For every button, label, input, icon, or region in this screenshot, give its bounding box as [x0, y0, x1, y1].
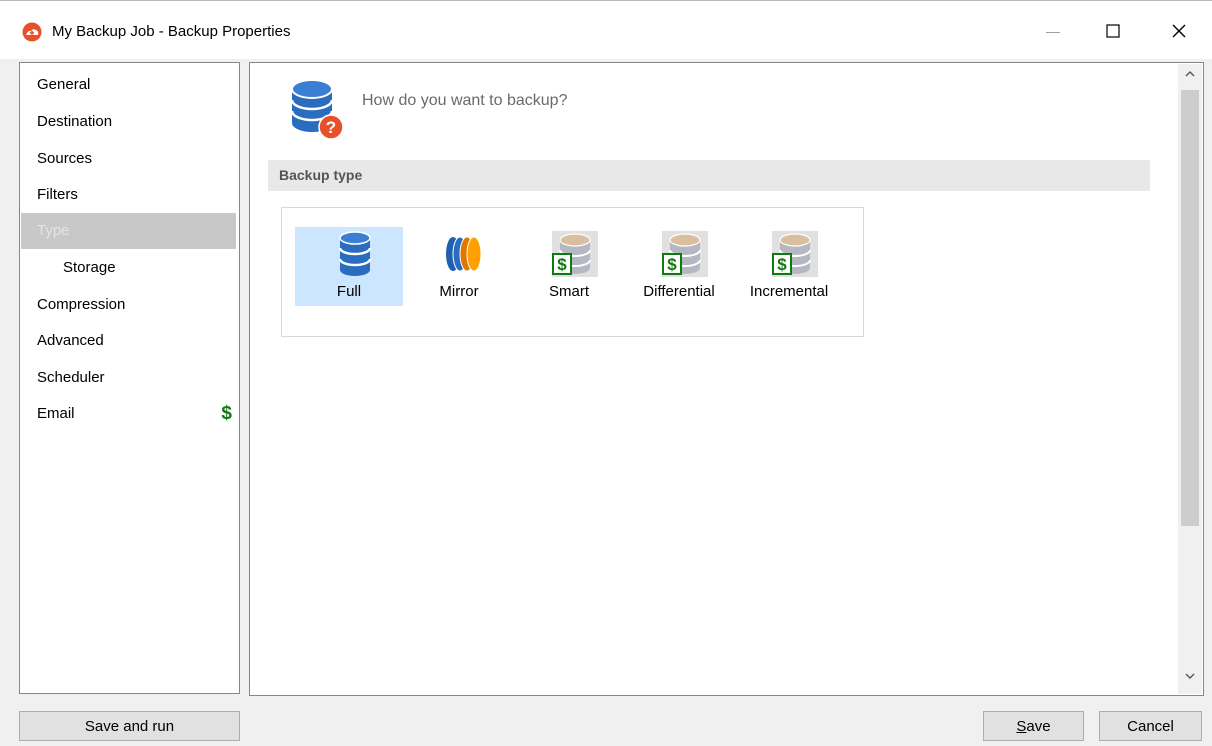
backup-type-list: Full Mirror $ Smart $ Differential $ Inc…: [281, 207, 864, 337]
svg-text:$: $: [667, 255, 677, 274]
backup-type-incremental[interactable]: $ Incremental: [735, 227, 843, 306]
backup-type-full[interactable]: Full: [295, 227, 403, 306]
nav-item-label: Sources: [37, 150, 93, 167]
nav-item-email[interactable]: Email $: [21, 396, 236, 432]
save-mnemonic: S: [1016, 717, 1027, 735]
settings-nav: General Destination Sources Filters Type…: [19, 62, 240, 694]
nav-item-filters[interactable]: Filters: [21, 177, 236, 213]
content-panel: ? How do you want to backup? Backup type…: [249, 62, 1204, 696]
svg-text:?: ?: [326, 118, 336, 137]
paid-feature-icon: $: [221, 403, 232, 424]
chevron-up-icon: [1185, 71, 1195, 77]
maximize-icon: [1106, 24, 1120, 38]
maximize-button[interactable]: [1090, 2, 1136, 60]
nav-item-compression[interactable]: Compression: [21, 287, 236, 323]
page-question: How do you want to backup?: [362, 92, 568, 109]
nav-item-label: Storage: [63, 259, 116, 276]
backup-type-label: Mirror: [439, 283, 479, 300]
nav-item-label: Compression: [37, 296, 126, 313]
paid-database-icon: $: [662, 231, 708, 277]
paid-database-icon: $: [552, 231, 598, 277]
nav-item-type[interactable]: Type: [21, 213, 236, 249]
nav-item-advanced[interactable]: Advanced: [21, 323, 236, 359]
save-label-rest: ave: [1026, 717, 1051, 735]
app-logo-icon: [22, 22, 42, 42]
nav-item-label: Advanced: [37, 332, 104, 349]
nav-item-label: Scheduler: [37, 369, 105, 386]
backup-type-label: Smart: [548, 283, 589, 300]
save-label: Save: [1016, 718, 1050, 735]
nav-item-sources[interactable]: Sources: [21, 141, 236, 177]
scroll-down-button[interactable]: [1178, 670, 1202, 690]
backup-type-label: Incremental: [749, 283, 829, 300]
scroll-up-button[interactable]: [1178, 68, 1202, 88]
nav-item-general[interactable]: General: [21, 67, 236, 103]
backup-type-smart[interactable]: $ Smart: [515, 227, 623, 306]
cancel-label: Cancel: [1127, 717, 1174, 735]
vertical-scrollbar[interactable]: [1178, 64, 1202, 694]
minimize-button[interactable]: —: [1030, 2, 1076, 60]
save-and-run-button[interactable]: Save and run: [19, 711, 240, 741]
nav-item-label: Destination: [37, 113, 113, 130]
section-title: Backup type: [279, 167, 363, 183]
backup-type-label: Full: [336, 283, 362, 300]
close-button[interactable]: [1156, 2, 1202, 60]
scrollbar-thumb[interactable]: [1181, 90, 1199, 526]
mirror-discs-icon: [446, 236, 482, 272]
save-button[interactable]: Save: [983, 711, 1084, 741]
nav-item-label: Email: [37, 405, 75, 422]
nav-item-destination[interactable]: Destination: [21, 104, 236, 140]
chevron-down-icon: [1185, 673, 1195, 679]
window-title: My Backup Job - Backup Properties: [52, 23, 291, 40]
nav-item-scheduler[interactable]: Scheduler: [21, 360, 236, 396]
database-question-icon: ?: [290, 79, 344, 140]
nav-item-storage[interactable]: Storage: [21, 250, 236, 286]
save-and-run-label: Save and run: [84, 717, 175, 735]
svg-text:$: $: [777, 255, 787, 274]
minimize-icon: —: [1046, 23, 1060, 39]
nav-item-label: Type: [37, 222, 70, 239]
nav-item-label: Filters: [37, 186, 78, 203]
backup-type-label: Differential: [643, 283, 715, 300]
nav-item-label: General: [37, 76, 91, 93]
backup-type-mirror[interactable]: Mirror: [405, 227, 513, 306]
close-icon: [1172, 24, 1186, 38]
title-bar[interactable]: My Backup Job - Backup Properties —: [0, 1, 1212, 59]
cancel-button[interactable]: Cancel: [1099, 711, 1202, 741]
database-icon: [338, 231, 372, 276]
section-header: Backup type: [268, 160, 1150, 191]
paid-database-icon: $: [772, 231, 818, 277]
backup-type-differential[interactable]: $ Differential: [625, 227, 733, 306]
svg-text:$: $: [557, 255, 567, 274]
